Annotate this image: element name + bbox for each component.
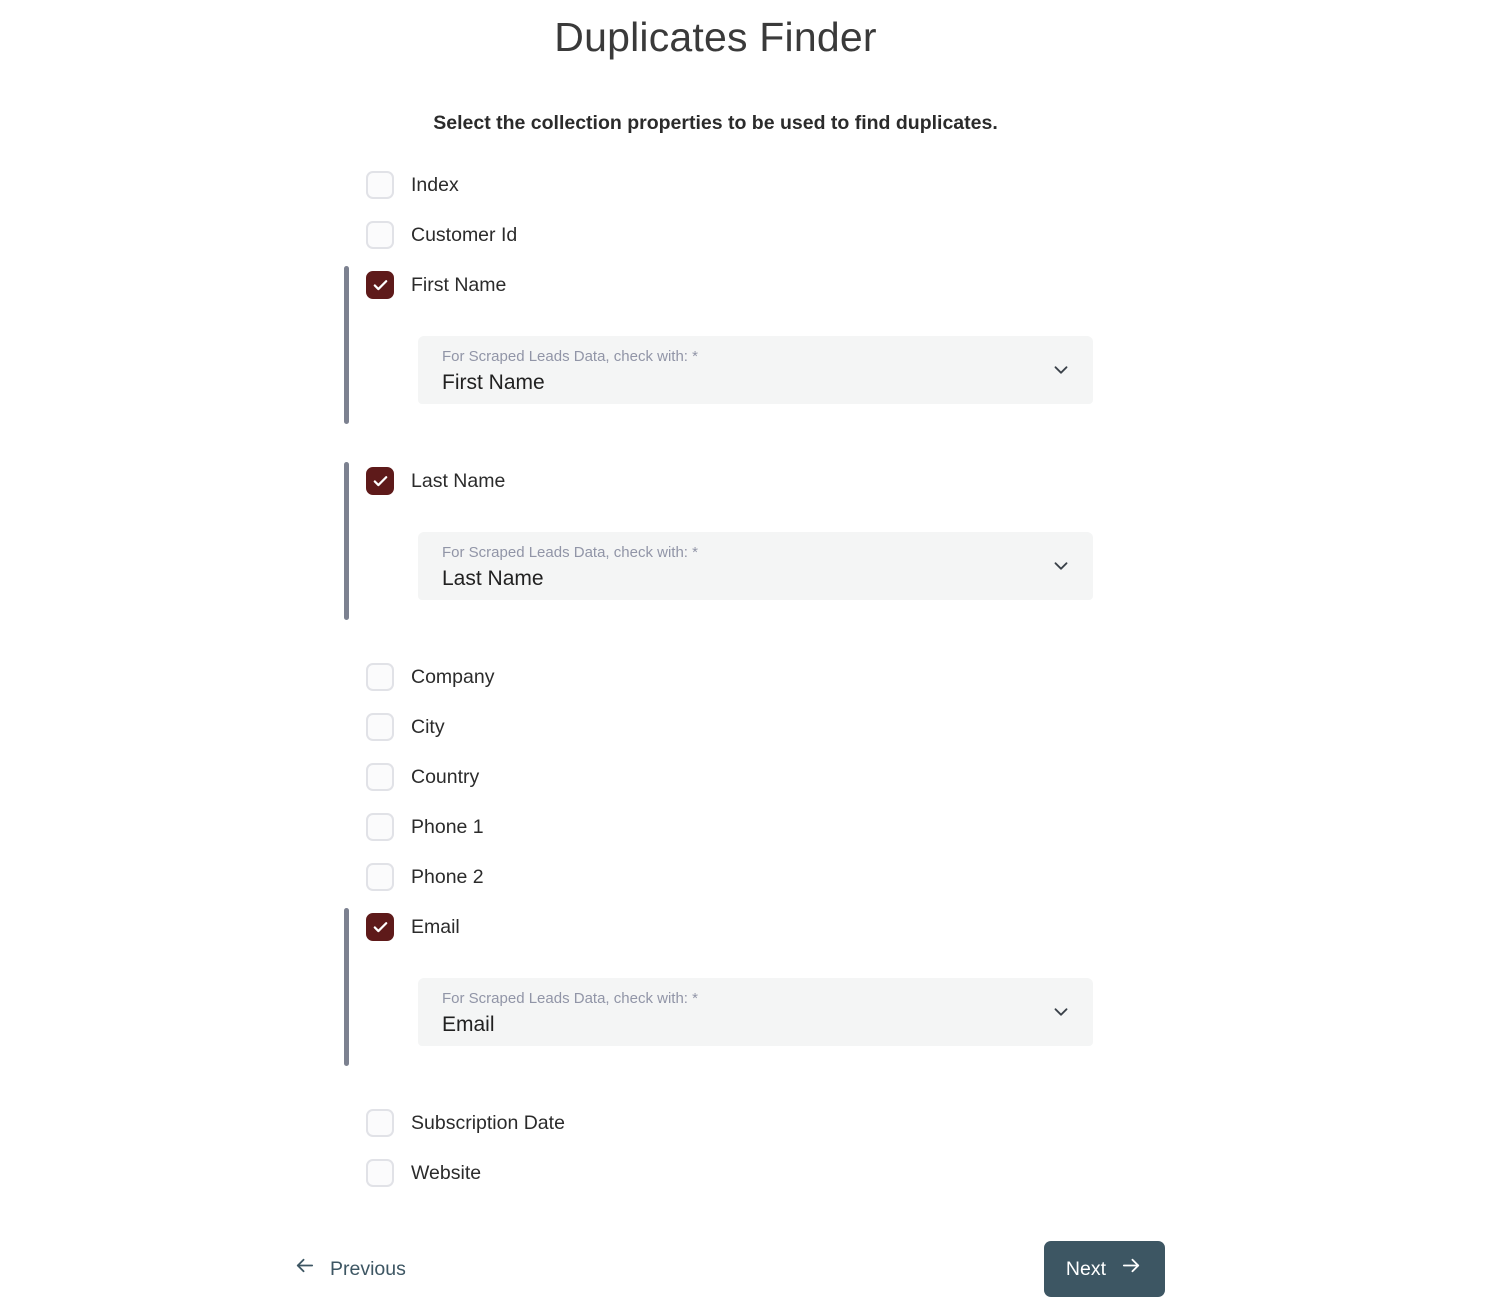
property-label-phone-2: Phone 2 [411,866,484,888]
property-label-customer-id: Customer Id [411,224,518,246]
property-list: Index Customer Id First Name For Scraped Le… [340,160,1100,1198]
property-row-phone-1[interactable]: Phone 1 [340,802,1100,852]
property-row-phone-2[interactable]: Phone 2 [340,852,1100,902]
property-label-phone-1: Phone 1 [411,816,484,838]
mapping-select-value-email: Email [442,1013,495,1036]
page-subtitle: Select the collection properties to be u… [433,112,998,134]
mapping-select-label-first-name: For Scraped Leads Data, check with: * [442,348,698,365]
checkbox-company[interactable] [366,663,394,691]
property-row-last-name[interactable]: Last Name [366,456,1100,506]
chevron-down-icon[interactable] [1049,358,1073,382]
property-group-last-name: Last Name For Scraped Leads Data, check w… [340,456,1100,626]
group-rail [344,266,349,424]
mapping-select-value-first-name: First Name [442,371,545,394]
property-row-country[interactable]: Country [340,752,1100,802]
property-row-subscription-date[interactable]: Subscription Date [340,1098,1100,1148]
dropdown-wrap-email: For Scraped Leads Data, check with: * Ema… [366,952,1100,1072]
group-rail [344,908,349,1066]
property-label-company: Company [411,666,495,688]
checkbox-city[interactable] [366,713,394,741]
checkbox-email[interactable] [366,913,394,941]
mapping-select-last-name[interactable]: For Scraped Leads Data, check with: * Las… [418,532,1093,600]
property-label-last-name: Last Name [411,470,506,492]
checkbox-phone-2[interactable] [366,863,394,891]
previous-button-label: Previous [330,1258,406,1280]
chevron-down-icon[interactable] [1049,554,1073,578]
property-label-first-name: First Name [411,274,507,296]
duplicates-finder-page: Duplicates Finder Select the collection … [0,0,1504,1314]
property-row-first-name[interactable]: First Name [366,260,1100,310]
mapping-select-value-last-name: Last Name [442,567,544,590]
next-button[interactable]: Next [1043,1241,1165,1297]
property-row-customer-id[interactable]: Customer Id [340,210,1100,260]
property-label-subscription-date: Subscription Date [411,1112,565,1134]
checkbox-customer-id[interactable] [366,221,394,249]
dropdown-wrap-first-name: For Scraped Leads Data, check with: * Fir… [366,310,1100,430]
checkbox-index[interactable] [366,171,394,199]
checkbox-subscription-date[interactable] [366,1109,394,1137]
property-label-website: Website [411,1162,482,1184]
mapping-select-label-last-name: For Scraped Leads Data, check with: * [442,544,698,561]
previous-button[interactable]: Previous [285,1248,414,1290]
property-row-website[interactable]: Website [340,1148,1100,1198]
wizard-navigation: Previous Next [285,1241,1165,1297]
property-row-email[interactable]: Email [366,902,1100,952]
property-label-country: Country [411,766,480,788]
checkbox-country[interactable] [366,763,394,791]
dropdown-wrap-last-name: For Scraped Leads Data, check with: * Las… [366,506,1100,626]
property-row-company[interactable]: Company [340,652,1100,702]
property-label-email: Email [411,916,460,938]
property-group-first-name: First Name For Scraped Leads Data, check … [340,260,1100,430]
chevron-down-icon[interactable] [1049,1000,1073,1024]
arrow-right-icon [1120,1254,1143,1284]
property-row-index[interactable]: Index [340,160,1100,210]
property-row-city[interactable]: City [340,702,1100,752]
checkbox-phone-1[interactable] [366,813,394,841]
arrow-left-icon [293,1254,316,1284]
checkbox-last-name[interactable] [366,467,394,495]
mapping-select-first-name[interactable]: For Scraped Leads Data, check with: * Fir… [418,336,1093,404]
mapping-select-email[interactable]: For Scraped Leads Data, check with: * Ema… [418,978,1093,1046]
checkbox-first-name[interactable] [366,271,394,299]
checkbox-website[interactable] [366,1159,394,1187]
page-title: Duplicates Finder [554,14,877,60]
property-group-email: Email For Scraped Leads Data, check with:… [340,902,1100,1072]
property-label-index: Index [411,174,459,196]
property-label-city: City [411,716,445,738]
next-button-label: Next [1065,1258,1106,1280]
group-rail [344,462,349,620]
mapping-select-label-email: For Scraped Leads Data, check with: * [442,990,698,1007]
